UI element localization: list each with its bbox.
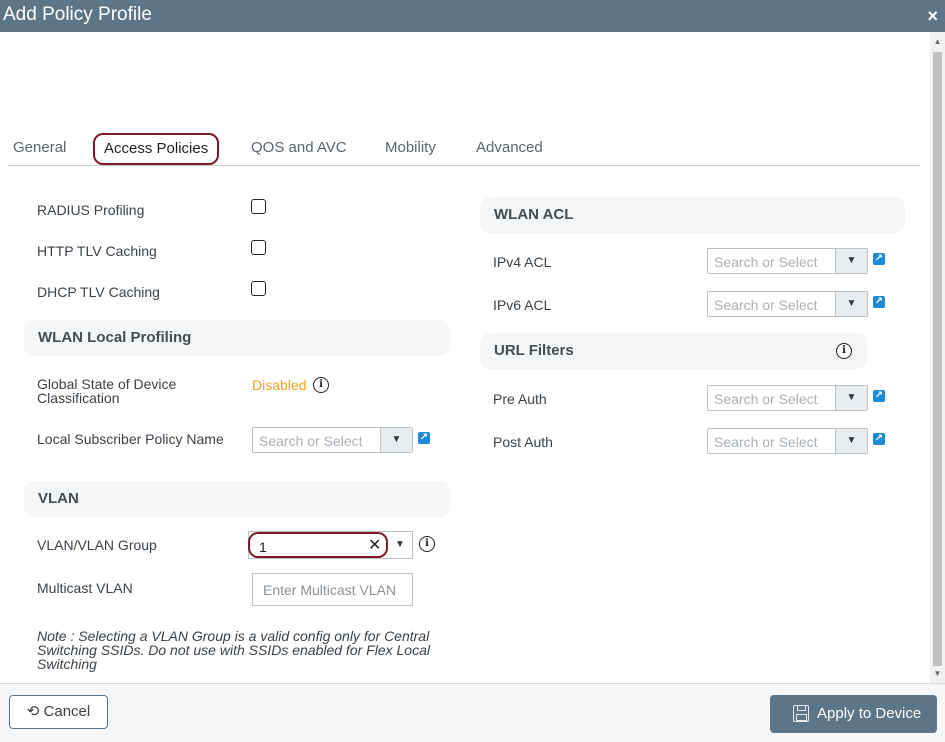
tab-access-policies[interactable]: Access Policies (93, 133, 220, 165)
dialog-footer: ⟲ Cancel Apply to Device (0, 683, 945, 742)
post-auth-label: Post Auth (493, 434, 553, 450)
vlan-group-select[interactable]: 1 ✕ ▼ (248, 531, 413, 559)
apply-button-label: Apply to Device (817, 705, 922, 722)
chevron-down-icon[interactable]: ▼ (835, 429, 867, 453)
radius-profiling-label: RADIUS Profiling (37, 202, 145, 218)
section-header-wlan-acl: WLAN ACL (480, 197, 905, 233)
vertical-scrollbar[interactable]: ▲ ▼ (930, 32, 945, 683)
chevron-down-icon[interactable]: ▼ (835, 292, 867, 316)
dhcp-tlv-caching-label: DHCP TLV Caching (37, 284, 160, 300)
dialog-title: Add Policy Profile (3, 4, 152, 25)
section-header-vlan: VLAN (24, 481, 450, 517)
chevron-down-icon[interactable]: ▼ (835, 249, 867, 273)
pre-auth-select[interactable]: Search or Select ▼ (707, 385, 868, 411)
external-link-icon[interactable]: ↗ (873, 390, 885, 402)
radius-profiling-checkbox[interactable] (251, 199, 266, 214)
ipv6-acl-label: IPv6 ACL (493, 297, 552, 313)
select-placeholder: Search or Select (259, 433, 363, 449)
pre-auth-label: Pre Auth (493, 391, 547, 407)
local-subscriber-policy-label: Local Subscriber Policy Name (37, 431, 224, 447)
global-state-label: Global State of Device Classification (37, 376, 177, 406)
info-icon[interactable]: i (419, 536, 435, 552)
multicast-vlan-label: Multicast VLAN (37, 580, 133, 596)
select-placeholder: Search or Select (714, 391, 818, 407)
http-tlv-caching-label: HTTP TLV Caching (37, 243, 157, 259)
global-state-status: Disabled (252, 377, 307, 393)
external-link-icon[interactable]: ↗ (418, 432, 430, 444)
ipv6-acl-select[interactable]: Search or Select ▼ (707, 291, 868, 317)
external-link-icon[interactable]: ↗ (873, 296, 885, 308)
tab-general[interactable]: General (13, 132, 66, 164)
section-header-wlan-local-profiling: WLAN Local Profiling (24, 320, 450, 356)
ipv4-acl-label: IPv4 ACL (493, 254, 552, 270)
chevron-down-icon[interactable]: ▼ (380, 428, 412, 452)
scroll-up-arrow-icon[interactable]: ▲ (930, 35, 945, 49)
tab-mobility[interactable]: Mobility (385, 132, 436, 164)
vlan-group-value-box (248, 532, 388, 558)
tab-bar: General Access Policies QOS and AVC Mobi… (8, 130, 920, 166)
cancel-button-label: Cancel (43, 703, 91, 720)
save-icon (793, 705, 809, 722)
undo-icon: ⟲ (26, 703, 40, 720)
multicast-vlan-input[interactable] (252, 573, 413, 606)
close-icon[interactable]: × (927, 6, 938, 26)
info-icon[interactable]: i (313, 377, 329, 393)
apply-to-device-button[interactable]: Apply to Device (770, 695, 937, 733)
chevron-down-icon[interactable]: ▼ (835, 386, 867, 410)
chevron-down-icon[interactable]: ▼ (389, 535, 411, 555)
select-placeholder: Search or Select (714, 434, 818, 450)
section-header-url-filters: URL Filters (480, 333, 867, 369)
post-auth-select[interactable]: Search or Select ▼ (707, 428, 868, 454)
select-placeholder: Search or Select (714, 254, 818, 270)
http-tlv-caching-checkbox[interactable] (251, 240, 266, 255)
dialog-titlebar: Add Policy Profile × (0, 0, 945, 32)
tab-qos-and-avc[interactable]: QOS and AVC (251, 132, 347, 164)
ipv4-acl-select[interactable]: Search or Select ▼ (707, 248, 868, 274)
select-placeholder: Search or Select (714, 297, 818, 313)
scrollbar-thumb[interactable] (933, 52, 942, 666)
cancel-button[interactable]: ⟲ Cancel (9, 695, 108, 729)
external-link-icon[interactable]: ↗ (873, 433, 885, 445)
external-link-icon[interactable]: ↗ (873, 253, 885, 265)
scroll-down-arrow-icon[interactable]: ▼ (930, 667, 945, 681)
vlan-group-label: VLAN/VLAN Group (37, 537, 157, 553)
clear-icon[interactable]: ✕ (368, 535, 381, 555)
local-subscriber-policy-select[interactable]: Search or Select ▼ (252, 427, 413, 453)
vlan-group-note: Note : Selecting a VLAN Group is a valid… (37, 628, 430, 672)
dhcp-tlv-caching-checkbox[interactable] (251, 281, 266, 296)
tab-advanced[interactable]: Advanced (476, 132, 543, 164)
info-icon[interactable]: i (836, 343, 852, 359)
vlan-group-value: 1 (259, 539, 267, 555)
